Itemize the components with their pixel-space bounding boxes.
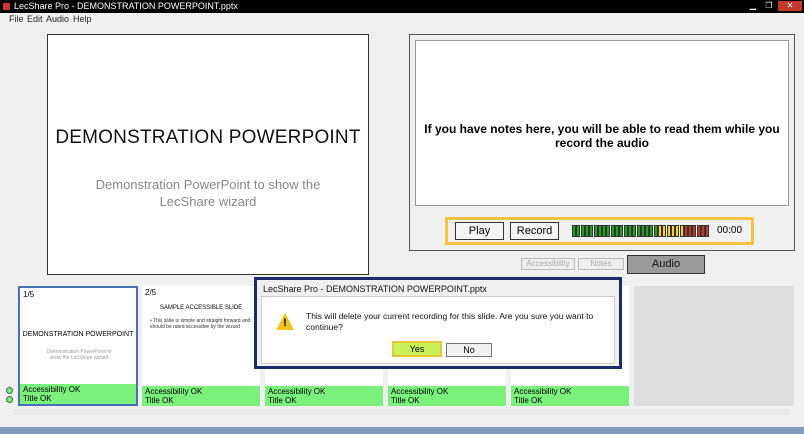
slide-thumbnail-2[interactable]: 2/5 SAMPLE ACCESSIBLE SLIDE • This slide… (142, 286, 260, 406)
slide-number: 2/5 (145, 288, 157, 297)
accessibility-status: Accessibility OK (23, 385, 81, 394)
dialog-body: ! This will delete your current recordin… (261, 296, 615, 364)
slide-number: 1/5 (23, 290, 35, 299)
maximize-button[interactable]: ❐ (762, 1, 776, 11)
thumbnail-title: DEMONSTRATION POWERPOINT (22, 331, 134, 338)
no-button[interactable]: No (446, 343, 492, 357)
title-status: Title OK (23, 394, 52, 403)
record-button[interactable]: Record (510, 222, 559, 240)
accessibility-status: Accessibility OK (145, 387, 203, 396)
slide-title: DEMONSTRATION POWERPOINT (55, 127, 361, 148)
thumbnail-status: Accessibility OK Title OK (142, 386, 260, 406)
thumbnail-subtitle: Demonstration PowerPoint to show the Lec… (46, 349, 112, 361)
title-status: Title OK (268, 396, 297, 405)
thumbnail-status: Accessibility OK Title OK (20, 384, 136, 404)
app-icon (3, 3, 10, 10)
warning-icon-mark: ! (283, 317, 287, 329)
slide-subtitle: Demonstration PowerPoint to show the Lec… (95, 177, 321, 209)
menu-bar: File Edit Audio Help (0, 13, 804, 25)
close-button[interactable]: ✕ (778, 1, 802, 11)
title-status: Title OK (391, 396, 420, 405)
notes-box[interactable]: If you have notes here, you will be able… (415, 40, 789, 206)
meter-segment (705, 225, 710, 237)
thumbnail-status: Accessibility OK Title OK (511, 386, 629, 406)
slide-preview: DEMONSTRATION POWERPOINT Demonstration P… (47, 34, 369, 275)
yes-button[interactable]: Yes (392, 341, 442, 357)
confirm-dialog: LecShare Pro - DEMONSTRATION POWERPOINT.… (254, 277, 622, 369)
thumbnail-status: Accessibility OK Title OK (265, 386, 383, 406)
menu-audio[interactable]: Audio (46, 14, 69, 24)
minimize-button[interactable]: ▁ (746, 1, 760, 11)
notes-text: If you have notes here, you will be able… (424, 122, 780, 150)
strip-scrollbar[interactable] (14, 409, 790, 415)
thumbnail-title: SAMPLE ACCESSIBLE SLIDE (159, 305, 243, 311)
menu-edit[interactable]: Edit (27, 14, 43, 24)
window-titlebar: LecShare Pro - DEMONSTRATION POWERPOINT.… (0, 0, 804, 13)
accessibility-status: Accessibility OK (268, 387, 326, 396)
empty-thumbnail-area (634, 286, 794, 406)
tab-notes[interactable]: Notes (578, 258, 624, 270)
title-status: Title OK (514, 396, 543, 405)
recording-time: 00:00 (717, 225, 743, 236)
menu-file[interactable]: File (9, 14, 24, 24)
window-title: LecShare Pro - DEMONSTRATION POWERPOINT.… (14, 1, 238, 11)
thumbnail-body: • This slide is simple and straight forw… (150, 318, 251, 330)
tab-accessibility[interactable]: Accessibility (521, 258, 575, 270)
accessibility-status: Accessibility OK (514, 387, 572, 396)
title-status: Title OK (145, 396, 174, 405)
dialog-message: This will delete your current recording … (306, 311, 594, 332)
tab-audio[interactable]: Audio (627, 255, 705, 274)
status-ok-icon (6, 387, 13, 394)
taskbar (0, 427, 804, 434)
dialog-title: LecShare Pro - DEMONSTRATION POWERPOINT.… (263, 284, 487, 294)
play-button[interactable]: Play (455, 222, 504, 240)
thumbnail-status: Accessibility OK Title OK (388, 386, 506, 406)
accessibility-status: Accessibility OK (391, 387, 449, 396)
menu-help[interactable]: Help (73, 14, 92, 24)
slide-thumbnail-1[interactable]: 1/5 DEMONSTRATION POWERPOINT Demonstrati… (18, 286, 138, 406)
status-ok-icon (6, 396, 13, 403)
